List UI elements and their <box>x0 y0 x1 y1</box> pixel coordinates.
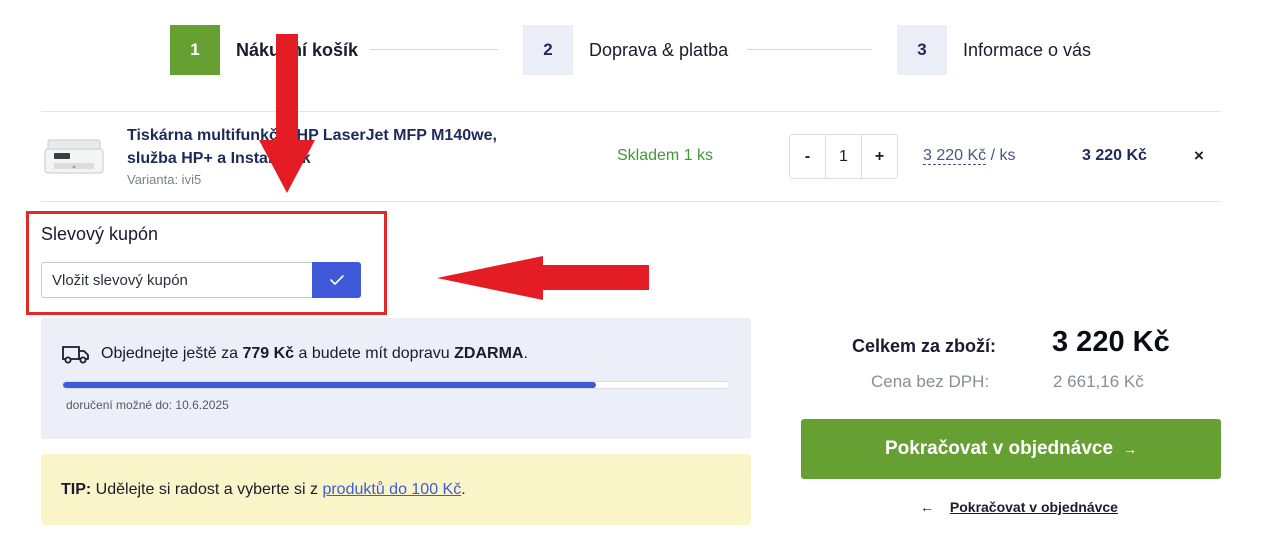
free-shipping-panel <box>41 318 751 439</box>
step-number: 1 <box>170 25 220 75</box>
tip-products-link[interactable]: produktů do 100 Kč <box>322 481 461 498</box>
quantity-stepper: - 1 + <box>789 134 898 179</box>
checkout-steps: 1 Nákupní košík 2 Doprava & platba 3 Inf… <box>170 25 1220 75</box>
step-shipping-payment[interactable]: 2 Doprava & platba <box>523 25 728 75</box>
shipping-progress-bar <box>62 381 730 389</box>
step-cart[interactable]: 1 Nákupní košík <box>170 25 358 75</box>
continue-order-button[interactable]: Pokračovat v objednávce → <box>801 419 1221 479</box>
delivery-date: doručení možné do: 10.6.2025 <box>66 398 229 412</box>
arrow-left-icon: ← <box>920 499 934 515</box>
shipping-remaining-amount: 779 Kč <box>242 345 295 362</box>
coupon-submit-button[interactable] <box>312 262 361 298</box>
step-number: 2 <box>523 25 573 75</box>
arrow-right-icon: → <box>1123 441 1138 457</box>
unit-price-suffix: / ks <box>990 147 1016 164</box>
divider <box>41 201 1221 202</box>
step-customer-info[interactable]: 3 Informace o vás <box>897 25 1091 75</box>
qty-value[interactable]: 1 <box>825 135 862 178</box>
step-label: Nákupní košík <box>236 39 359 60</box>
tip-message: Udělejte si radost a vyberte si z <box>95 481 318 498</box>
unit-price: 3 220 Kč / ks <box>923 147 1016 165</box>
tip-text: TIP: Udělejte si radost a vyberte si z p… <box>61 481 466 499</box>
goods-total-label: Celkem za zboží: <box>852 336 997 356</box>
step-connector <box>747 49 872 50</box>
continue-order-link-label: Pokračovat v objednávce <box>949 499 1118 515</box>
step-label: Doprava & platba <box>589 39 729 60</box>
stock-status: Skladem 1 ks <box>617 147 714 164</box>
shipping-text-prefix: Objednejte ještě za <box>101 345 238 362</box>
continue-order-label: Pokračovat v objednávce <box>884 438 1114 459</box>
left-arrow-icon <box>437 256 649 300</box>
price-without-vat-value: 2 661,16 Kč <box>1053 372 1144 391</box>
goods-total-value: 3 220 Kč <box>1052 326 1170 358</box>
shipping-text-suffix: . <box>523 345 528 362</box>
continue-order-link[interactable]: ← Pokračovat v objednávce <box>920 499 1118 515</box>
shipping-free-label: ZDARMA <box>454 345 524 362</box>
coupon-title: Slevový kupón <box>41 224 159 244</box>
divider <box>41 111 1221 112</box>
step-number: 3 <box>897 25 947 75</box>
shipping-text-middle: a budete mít dopravu <box>298 345 450 362</box>
coupon-input[interactable] <box>41 262 313 298</box>
product-name-link[interactable]: Tiskárna multifunkční HP LaserJet MFP M1… <box>127 124 507 170</box>
line-total: 3 220 Kč <box>1082 147 1147 164</box>
truck-icon <box>62 346 89 364</box>
product-variant: Varianta: ivi5 <box>127 172 202 187</box>
tip-label: TIP: <box>61 481 92 498</box>
remove-item-icon[interactable]: × <box>1194 146 1204 166</box>
step-connector <box>370 49 498 50</box>
unit-price-value: 3 220 Kč <box>923 147 987 165</box>
tip-suffix: . <box>461 481 466 498</box>
check-icon <box>329 275 344 285</box>
free-shipping-message: Objednejte ještě za 779 Kč a budete mít … <box>101 345 528 363</box>
product-image[interactable] <box>42 136 106 178</box>
qty-decrease-button[interactable]: - <box>790 135 825 178</box>
shipping-progress-fill <box>63 382 596 388</box>
qty-increase-button[interactable]: + <box>862 135 897 178</box>
price-without-vat-label: Cena bez DPH: <box>871 372 990 391</box>
step-label: Informace o vás <box>963 39 1092 60</box>
